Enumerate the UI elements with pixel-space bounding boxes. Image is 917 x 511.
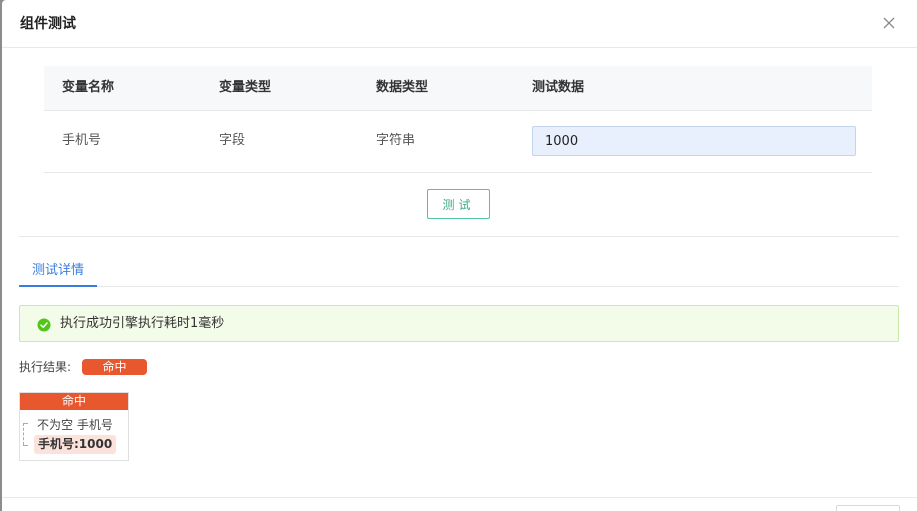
header-variable-name: 变量名称 bbox=[62, 80, 115, 95]
tree-root: 命中 bbox=[20, 393, 128, 410]
detail-tabs: 测试详情 bbox=[19, 258, 899, 287]
tree-condition: 不为空 手机号 bbox=[37, 418, 113, 432]
check-circle-icon bbox=[37, 317, 51, 332]
tree-connector bbox=[23, 445, 28, 446]
dialog-title: 组件测试 bbox=[20, 16, 76, 32]
test-data-input[interactable] bbox=[532, 126, 856, 156]
footer-button[interactable] bbox=[836, 505, 900, 511]
decision-tree: 命中 不为空 手机号 手机号:1000 bbox=[19, 392, 129, 461]
cell-data-type: 字符串 bbox=[376, 133, 416, 148]
result-label: 执行结果: bbox=[19, 360, 72, 374]
table-row: 手机号 字段 字符串 bbox=[44, 111, 872, 173]
tree-connector bbox=[23, 423, 28, 424]
header-variable-type: 变量类型 bbox=[219, 80, 272, 95]
section-divider bbox=[19, 236, 899, 237]
success-alert: 执行成功引擎执行耗时1毫秒 bbox=[19, 305, 899, 342]
test-button[interactable]: 测试 bbox=[427, 189, 490, 219]
close-icon[interactable] bbox=[878, 12, 900, 34]
tree-connector bbox=[23, 423, 24, 445]
dialog-header: 组件测试 bbox=[2, 0, 917, 48]
table-header: 变量名称 变量类型 数据类型 测试数据 bbox=[44, 66, 872, 111]
component-test-dialog: 组件测试 变量名称 变量类型 数据类型 测试数据 手机号 字段 字符串 测试 测… bbox=[2, 0, 917, 511]
footer-divider bbox=[2, 497, 917, 498]
alert-message: 执行成功引擎执行耗时1毫秒 bbox=[60, 316, 225, 331]
cell-variable-name: 手机号 bbox=[62, 133, 102, 148]
tree-leaf: 手机号:1000 bbox=[34, 435, 117, 454]
tab-test-details[interactable]: 测试详情 bbox=[19, 258, 97, 287]
result-badge: 命中 bbox=[82, 359, 147, 375]
header-test-data: 测试数据 bbox=[532, 80, 585, 95]
cell-variable-type: 字段 bbox=[219, 133, 246, 148]
header-data-type: 数据类型 bbox=[376, 80, 429, 95]
variables-table: 变量名称 变量类型 数据类型 测试数据 手机号 字段 字符串 bbox=[44, 66, 872, 173]
